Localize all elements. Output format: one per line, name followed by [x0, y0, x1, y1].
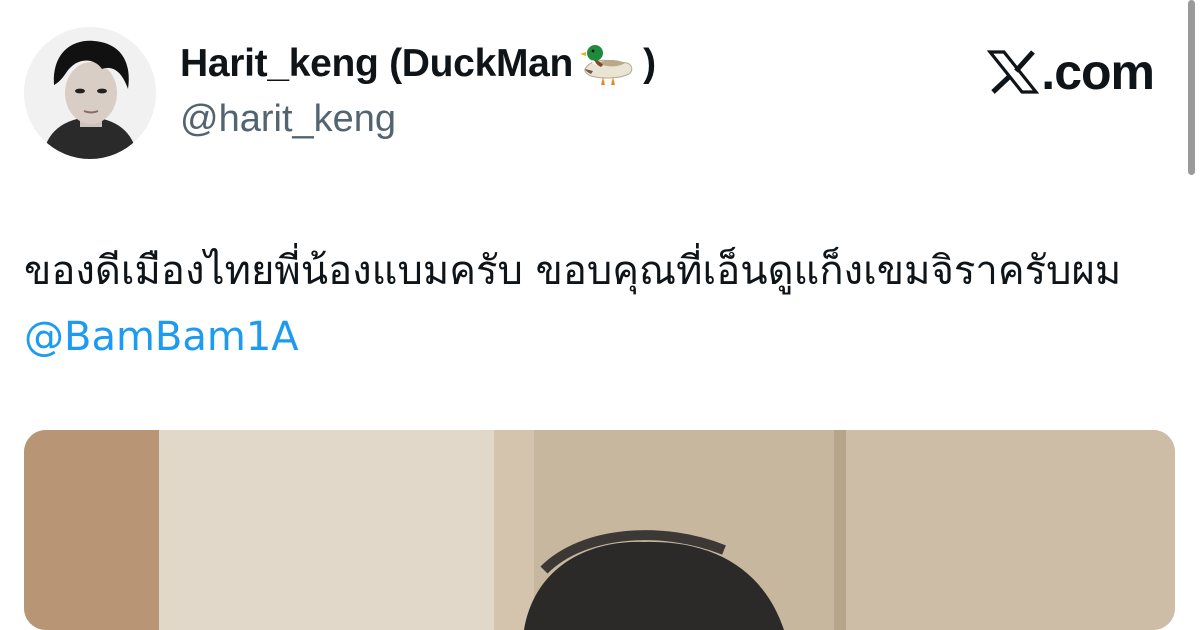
author-display-name[interactable]: Harit_keng (DuckMan — [180, 42, 573, 86]
author-name-row[interactable]: Harit_keng (DuckMan ) — [180, 40, 656, 88]
tweet-media-image[interactable] — [24, 430, 1175, 630]
tweet-body: ของดีเมืองไทยพี่น้องแบมครับ ขอบคุณที่เอ็… — [24, 248, 1122, 294]
mention-link[interactable]: @BamBam1A — [24, 314, 299, 360]
brand-domain-text: .com — [1041, 44, 1155, 100]
author-name-closing: ) — [643, 42, 657, 85]
author-handle[interactable]: @harit_keng — [180, 98, 396, 141]
avatar-photo — [24, 27, 156, 159]
tweet-text: ของดีเมืองไทยพี่น้องแบมครับ ขอบคุณที่เอ็… — [24, 238, 1174, 370]
mallard-duck-icon — [579, 41, 637, 87]
photo-thumbnail — [24, 430, 1175, 630]
x-logo-icon — [987, 50, 1040, 94]
x-com-brand: .com — [987, 44, 1155, 100]
scrollbar-thumb[interactable] — [1188, 0, 1195, 175]
author-avatar[interactable] — [24, 27, 156, 159]
